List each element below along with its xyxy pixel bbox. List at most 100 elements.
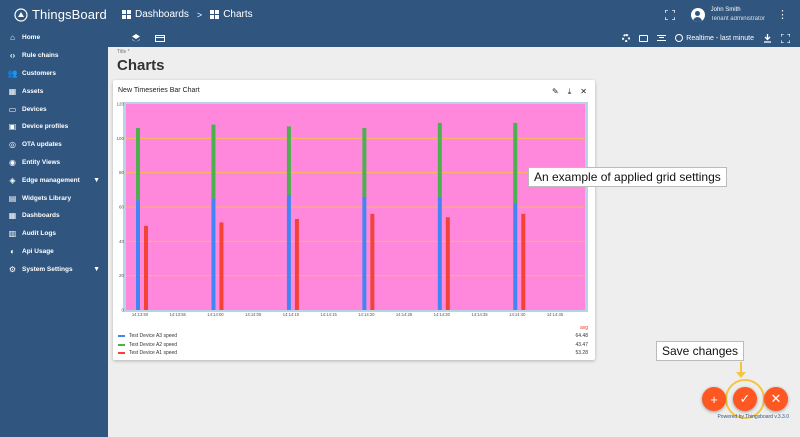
legend-header: avg bbox=[579, 325, 588, 331]
sidebar-item-device-profiles[interactable]: ▣ Device profiles bbox=[0, 118, 108, 136]
sidebar-item-widgets-library[interactable]: ▤ Widgets Library bbox=[0, 189, 108, 207]
sidebar-item-label: Home bbox=[22, 34, 41, 42]
add-widget-button[interactable]: + bbox=[702, 387, 726, 411]
sidebar-item-api-usage[interactable]: ◐ Api Usage bbox=[0, 243, 108, 261]
x-tick-label: 14:13:50 bbox=[132, 312, 149, 317]
x-tick-label: 14:14:35 bbox=[471, 312, 488, 317]
sidebar: ⌂ Home ‹› Rule chains 👥 Customers ▦ Assets ▭ Devi… bbox=[0, 29, 108, 437]
entity-aliases-icon bbox=[639, 34, 649, 42]
bar-a1 bbox=[370, 213, 375, 310]
sidebar-item-label: System Settings bbox=[22, 265, 73, 273]
x-tick-label: 14:14:05 bbox=[245, 312, 262, 317]
sidebar-item-dashboards[interactable]: ▦ Dashboards bbox=[0, 207, 108, 225]
sidebar-item-label: Api Usage bbox=[22, 247, 54, 255]
sidebar-item-label: Assets bbox=[22, 87, 44, 95]
bar-a1 bbox=[294, 219, 299, 310]
powered-by: Powered by Thingsboard v.3.3.0 bbox=[717, 414, 789, 420]
bar-a1 bbox=[144, 225, 148, 310]
entity-view-icon: ◉ bbox=[9, 157, 16, 167]
bar-a3 bbox=[437, 196, 442, 310]
legend-label: Test Device A2 speed bbox=[129, 341, 178, 348]
states-icon[interactable] bbox=[155, 34, 165, 42]
sidebar-item-entity-views[interactable]: ◉ Entity Views bbox=[0, 154, 108, 172]
export-button[interactable] bbox=[763, 33, 772, 43]
settings-button[interactable] bbox=[621, 34, 630, 43]
filters-button[interactable] bbox=[657, 34, 667, 43]
legend-swatch bbox=[118, 352, 125, 355]
breadcrumb-charts: Charts bbox=[210, 9, 253, 20]
legend-row[interactable]: Test Device A3 speed 64.48 bbox=[118, 332, 588, 341]
x-tick-label: 14:14:15 bbox=[320, 312, 337, 317]
sidebar-item-label: Entity Views bbox=[22, 158, 61, 166]
bar-chart: 02040608010012014:13:50 14:13:55 14:14:00 1… bbox=[116, 102, 588, 317]
sidebar-item-devices[interactable]: ▭ Devices bbox=[0, 100, 108, 118]
callout-arrow-head bbox=[736, 372, 746, 378]
download-icon[interactable]: ⤓ bbox=[568, 87, 572, 97]
sidebar-item-label: Edge management bbox=[22, 176, 80, 184]
dashboards-icon bbox=[122, 10, 131, 19]
edit-icon[interactable]: ✎ bbox=[552, 87, 559, 97]
legend-swatch bbox=[118, 335, 125, 338]
fullscreen-icon[interactable] bbox=[664, 9, 675, 20]
dashboard-icon bbox=[210, 10, 220, 19]
save-changes-callout: Save changes bbox=[656, 341, 745, 361]
save-button[interactable]: ✓ bbox=[733, 387, 757, 411]
sidebar-item-label: Device profiles bbox=[22, 123, 69, 131]
page-title[interactable]: Charts bbox=[117, 57, 165, 74]
timeseries-bar-chart-widget[interactable]: 0 20 40 60 80 100 120 14:13:50 14:13:55 14:14:00 1… bbox=[113, 80, 595, 360]
y-tick-label: 80 bbox=[119, 170, 125, 175]
bar-a1 bbox=[521, 213, 526, 310]
sidebar-item-edge-management[interactable]: ◈ Edge management ▼ bbox=[0, 171, 108, 189]
people-icon: 👥 bbox=[7, 68, 18, 78]
legend-value: 53.28 bbox=[575, 350, 588, 357]
sidebar-item-ota-updates[interactable]: ◎ OTA updates bbox=[0, 136, 108, 154]
legend-row[interactable]: Test Device A2 speed 43.47 bbox=[118, 341, 588, 350]
logo-text: ThingsBoard bbox=[32, 7, 107, 22]
sidebar-item-label: Devices bbox=[22, 105, 47, 113]
timewindow-button[interactable]: Realtime - last minute bbox=[675, 34, 754, 42]
layouts-icon[interactable] bbox=[131, 34, 141, 42]
cancel-button[interactable]: ✕ bbox=[764, 387, 788, 411]
sidebar-item-customers[interactable]: 👥 Customers bbox=[0, 65, 108, 83]
sidebar-item-label: Audit Logs bbox=[22, 230, 56, 238]
sidebar-item-home[interactable]: ⌂ Home bbox=[0, 29, 108, 47]
x-tick-label: 14:14:00 bbox=[207, 312, 224, 317]
edge-icon: ◈ bbox=[9, 175, 16, 185]
breadcrumb-charts-label: Charts bbox=[223, 9, 253, 20]
legend-row[interactable]: Test Device A1 speed 53.28 bbox=[118, 349, 588, 358]
breadcrumb-dashboards[interactable]: Dashboards bbox=[122, 9, 189, 20]
x-tick-label: 14:14:25 bbox=[396, 312, 413, 317]
widget-title: New Timeseries Bar Chart bbox=[118, 87, 200, 94]
entity-aliases-button[interactable] bbox=[639, 34, 649, 43]
breadcrumb-separator: > bbox=[196, 9, 203, 20]
domain-icon: ▦ bbox=[8, 86, 17, 96]
expand-button[interactable] bbox=[781, 33, 790, 43]
top-bar: ThingsBoard Dashboards > Charts John Smi… bbox=[0, 0, 800, 29]
ota-icon: ◎ bbox=[9, 140, 16, 150]
code-icon: ‹› bbox=[9, 51, 16, 61]
legend-value: 64.48 bbox=[575, 333, 588, 340]
bar-a3 bbox=[286, 194, 291, 310]
sidebar-item-rule-chains[interactable]: ‹› Rule chains bbox=[0, 47, 108, 65]
more-menu-icon[interactable]: ⋮ bbox=[777, 8, 788, 21]
sidebar-item-system-settings[interactable]: ⚙ System Settings ▼ bbox=[0, 260, 108, 278]
chart-legend: avg Test Device A3 speed 64.48 Test Device… bbox=[118, 325, 588, 358]
devices-icon: ▭ bbox=[8, 104, 17, 114]
y-tick-label: 40 bbox=[119, 239, 125, 244]
bar-a3 bbox=[513, 203, 518, 310]
logo[interactable]: ThingsBoard bbox=[0, 0, 108, 29]
widgets-icon: ▤ bbox=[8, 193, 17, 203]
sidebar-item-assets[interactable]: ▦ Assets bbox=[0, 82, 108, 100]
user-info[interactable]: John Smith Tenant administrator bbox=[711, 6, 765, 24]
top-right: John Smith Tenant administrator ⋮ bbox=[664, 6, 800, 24]
chevron-down-icon: ▼ bbox=[93, 176, 100, 184]
avatar[interactable] bbox=[690, 7, 705, 22]
bar-a2 bbox=[437, 122, 442, 197]
close-icon[interactable]: ✕ bbox=[580, 87, 587, 97]
download-icon bbox=[764, 33, 771, 43]
device-profile-icon: ▣ bbox=[8, 122, 17, 132]
bar-a1 bbox=[445, 217, 450, 310]
user-role: Tenant administrator bbox=[710, 15, 765, 22]
sidebar-item-audit-logs[interactable]: ▥ Audit Logs bbox=[0, 225, 108, 243]
bar-a2 bbox=[211, 124, 216, 199]
